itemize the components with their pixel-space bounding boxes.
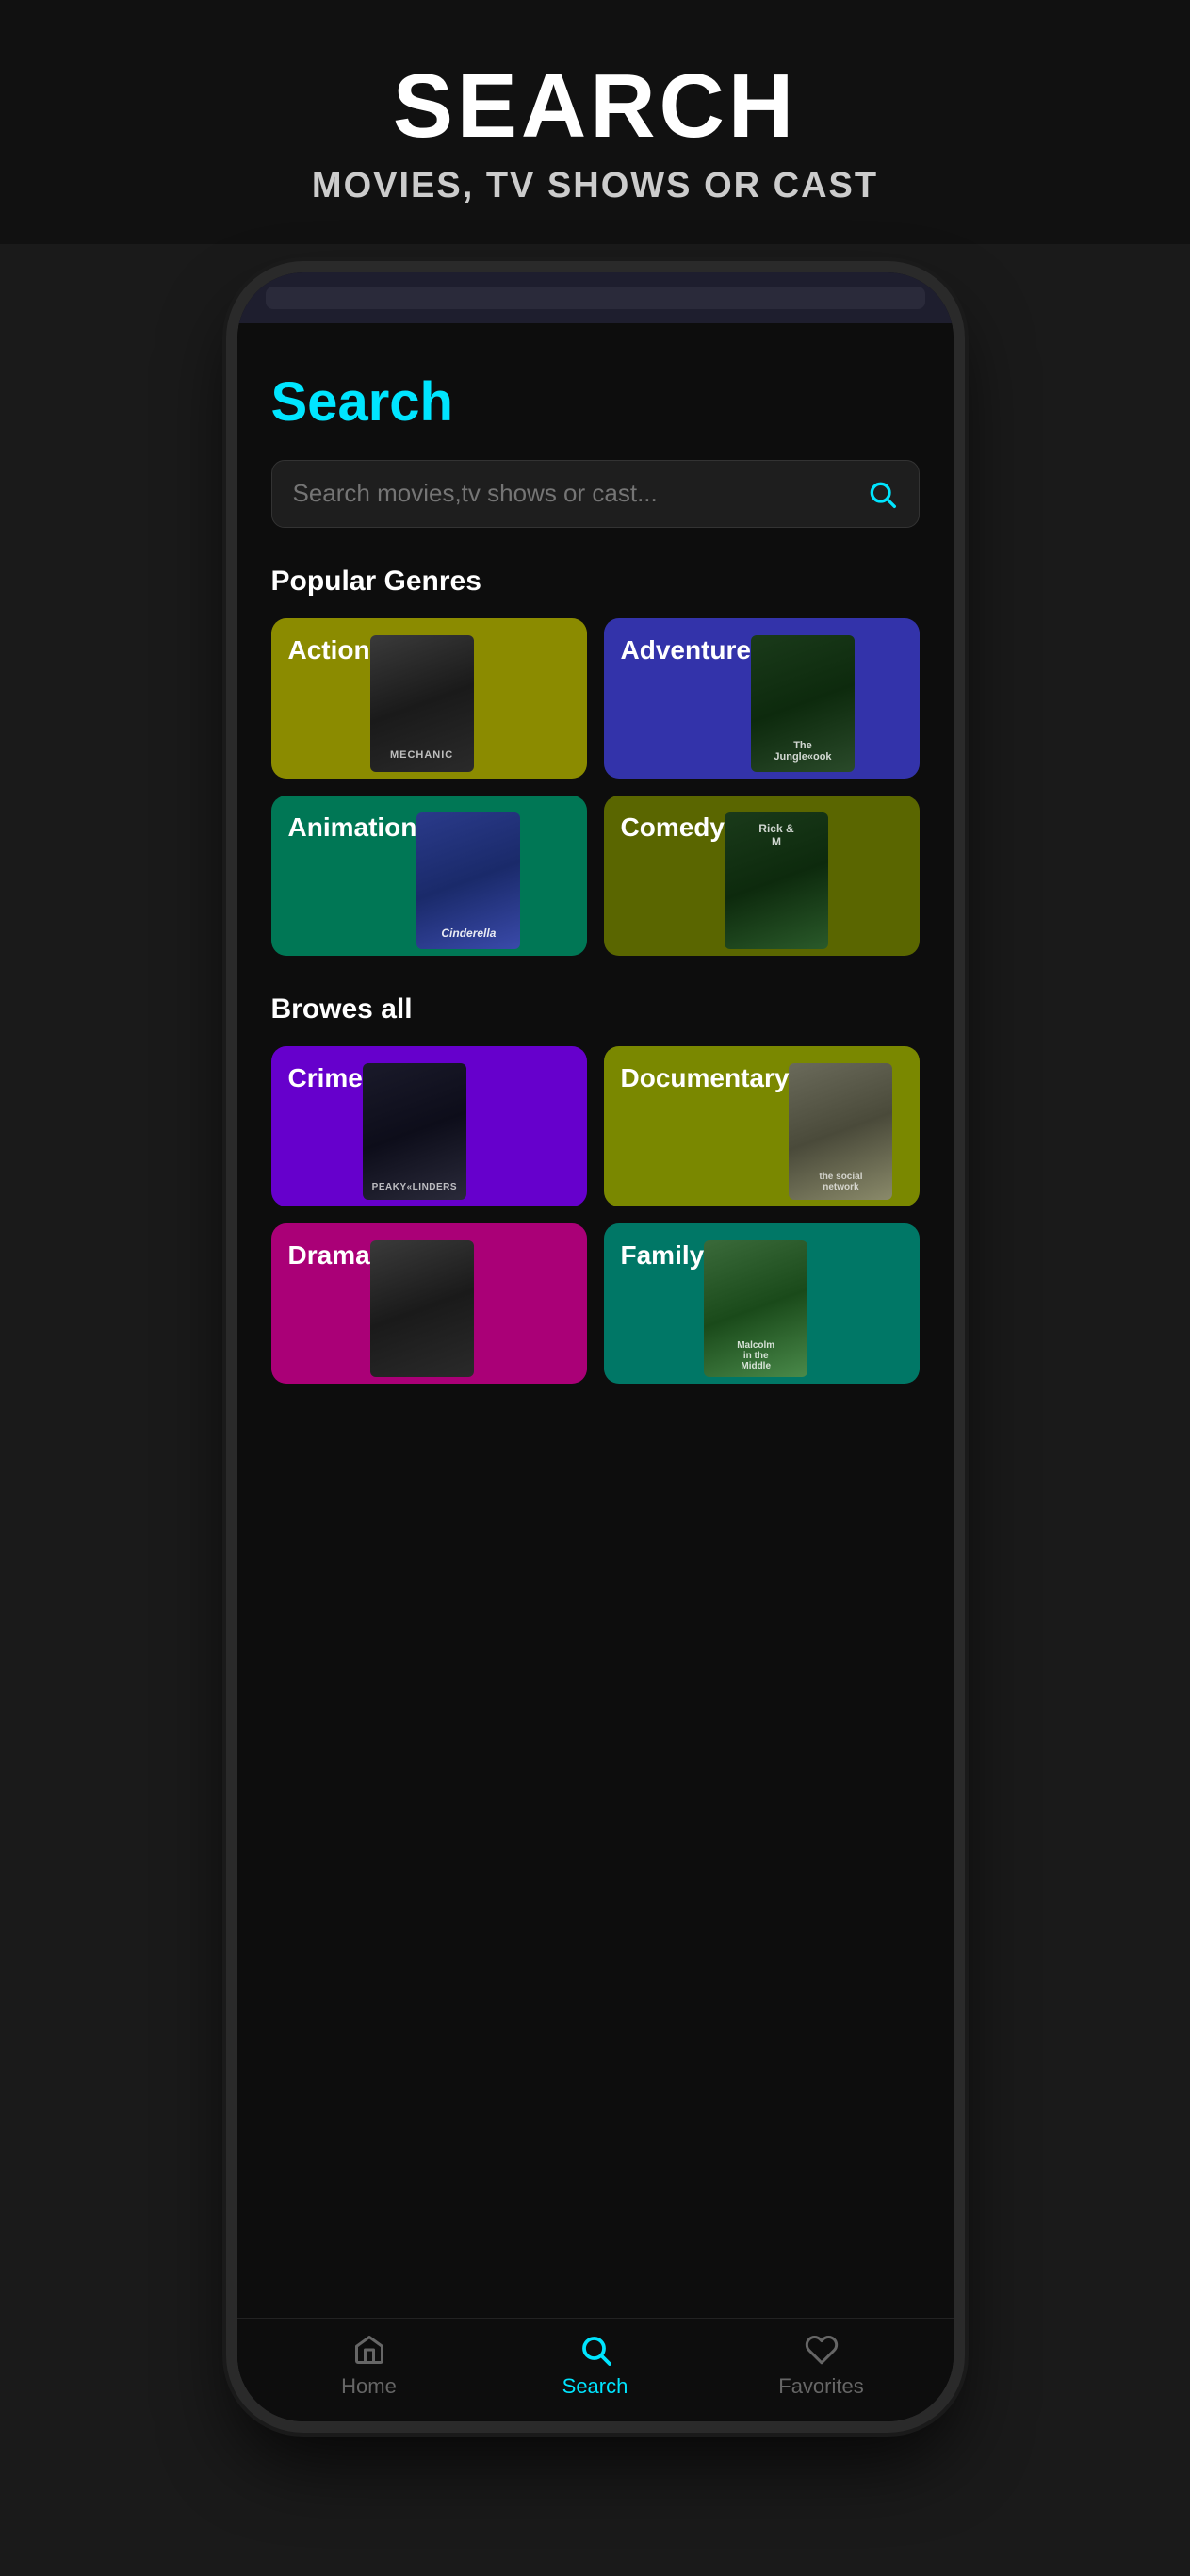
- genre-card-family[interactable]: Family: [604, 1223, 920, 1384]
- genre-card-action[interactable]: Action: [271, 618, 587, 779]
- phone-content: Search Popular Genres Action Adventure: [237, 323, 954, 2421]
- genre-art-comedy: [725, 812, 828, 949]
- status-bar-content: [266, 287, 925, 309]
- browse-all-grid: Crime Documentary Drama Family: [271, 1046, 920, 1384]
- banner-subtitle: MOVIES, TV SHOWS OR CAST: [19, 166, 1171, 206]
- nav-label-home: Home: [341, 2374, 397, 2399]
- genre-label-documentary: Documentary: [621, 1063, 790, 1093]
- nav-item-home[interactable]: Home: [308, 2331, 431, 2399]
- genre-label-family: Family: [621, 1240, 705, 1271]
- genre-card-crime[interactable]: Crime: [271, 1046, 587, 1206]
- nav-item-search[interactable]: Search: [534, 2331, 657, 2399]
- nav-label-favorites: Favorites: [778, 2374, 863, 2399]
- status-bar: [237, 272, 954, 323]
- top-banner: SEARCH MOVIES, TV SHOWS OR CAST: [0, 0, 1190, 244]
- genre-label-animation: Animation: [288, 812, 417, 843]
- genre-art-documentary: [789, 1063, 892, 1200]
- genre-label-drama: Drama: [288, 1240, 370, 1271]
- genre-card-drama[interactable]: Drama: [271, 1223, 587, 1384]
- browse-all-label: Browes all: [271, 993, 920, 1025]
- genre-label-action: Action: [288, 635, 370, 665]
- genre-label-comedy: Comedy: [621, 812, 725, 843]
- genre-art-action: [370, 635, 474, 772]
- genre-card-comedy[interactable]: Comedy: [604, 796, 920, 956]
- genre-card-documentary[interactable]: Documentary: [604, 1046, 920, 1206]
- genre-art-family: [704, 1240, 807, 1377]
- page-title: Search: [271, 370, 920, 434]
- popular-genres-grid: Action Adventure Animation Comedy: [271, 618, 920, 956]
- nav-label-search: Search: [562, 2374, 628, 2399]
- genre-art-adventure: [751, 635, 855, 772]
- genre-card-adventure[interactable]: Adventure: [604, 618, 920, 779]
- search-input[interactable]: [293, 479, 866, 508]
- search-bar[interactable]: [271, 460, 920, 528]
- genre-label-adventure: Adventure: [621, 635, 751, 665]
- bottom-nav: Home Search Favorites: [237, 2318, 954, 2421]
- favorites-icon: [803, 2331, 840, 2369]
- popular-genres-label: Popular Genres: [271, 566, 920, 598]
- search-nav-icon: [577, 2331, 614, 2369]
- genre-art-animation: [416, 812, 520, 949]
- search-submit-icon[interactable]: [866, 478, 898, 510]
- home-icon: [350, 2331, 388, 2369]
- search-icon: [867, 479, 897, 509]
- genre-art-crime: [363, 1063, 466, 1200]
- genre-card-animation[interactable]: Animation: [271, 796, 587, 956]
- genre-art-drama: [370, 1240, 474, 1377]
- banner-title: SEARCH: [19, 57, 1171, 156]
- nav-item-favorites[interactable]: Favorites: [760, 2331, 883, 2399]
- phone-frame: Search Popular Genres Action Adventure: [237, 272, 954, 2421]
- genre-label-crime: Crime: [288, 1063, 363, 1093]
